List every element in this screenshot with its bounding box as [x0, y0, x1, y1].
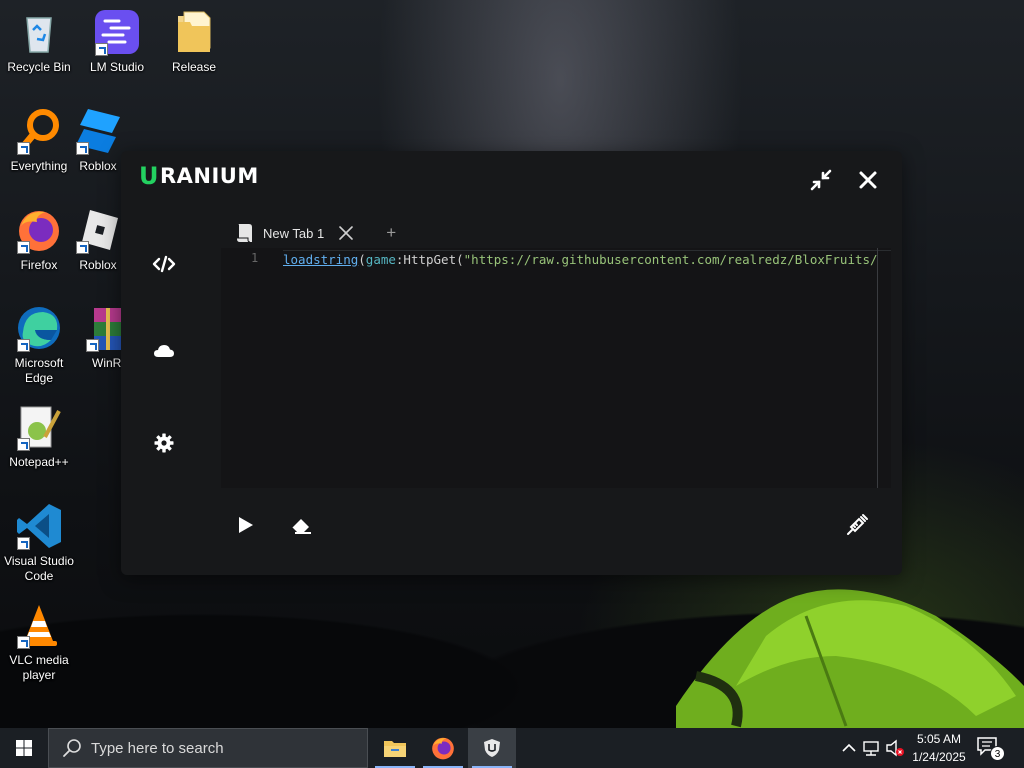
desktop-icon-label: Recycle Bin — [7, 60, 71, 74]
desktop-icon-label: VLC media player — [9, 653, 69, 682]
desktop-icon-label: LM Studio — [89, 60, 145, 74]
firefox-icon — [15, 206, 63, 254]
line-number: 1 — [251, 251, 259, 265]
app-logo: U RANIUM — [139, 162, 259, 190]
desktop-icon-recycle-bin[interactable]: Recycle Bin — [1, 8, 77, 75]
shortcut-arrow-icon — [17, 537, 30, 550]
recycle-bin-icon — [15, 8, 63, 56]
edge-icon — [15, 304, 63, 352]
shortcut-arrow-icon — [17, 636, 30, 649]
chevron-up-icon[interactable] — [838, 737, 860, 759]
tab-label: New Tab 1 — [263, 225, 325, 241]
notification-badge: 3 — [990, 746, 1005, 761]
code-keyword-token: game — [365, 252, 396, 267]
desktop-icon-label: Visual Studio Code — [4, 554, 74, 583]
shortcut-arrow-icon — [17, 241, 30, 254]
uranium-shield-icon — [484, 739, 500, 757]
editor-tab-bar: New Tab 1 + — [229, 217, 396, 249]
minimize-compress-icon[interactable] — [808, 167, 834, 193]
add-tab-button[interactable]: + — [386, 217, 396, 249]
logo-initial: U — [139, 162, 159, 190]
search-placeholder: Type here to search — [91, 739, 224, 757]
desktop-icon-notepadpp[interactable]: Notepad++ — [1, 403, 77, 470]
uranium-window: U RANIUM New Tab 1 + 1 loadstring(game:H… — [121, 151, 902, 575]
clock-time: 5:05 AM — [916, 732, 962, 746]
everything-search-icon — [15, 107, 63, 155]
taskbar-search-box[interactable]: Type here to search — [48, 728, 368, 768]
desktop-icon-label: Release — [171, 60, 217, 74]
file-explorer-icon — [384, 741, 406, 757]
taskbar-file-explorer[interactable] — [371, 728, 419, 768]
wallpaper-tent — [676, 589, 1024, 728]
logo-text: RANIUM — [160, 164, 259, 188]
desktop-icon-vscode[interactable]: Visual Studio Code — [1, 502, 77, 584]
line-number-gutter: 1 — [221, 248, 281, 488]
desktop-icon-label: Notepad++ — [9, 455, 69, 469]
inject-icon[interactable] — [845, 513, 869, 537]
search-icon — [63, 739, 81, 757]
desktop-icon-edge[interactable]: Microsoft Edge — [1, 304, 77, 386]
gear-icon[interactable] — [152, 431, 176, 455]
desktop-icon-release[interactable]: Release — [156, 8, 232, 75]
code-editor[interactable]: 1 loadstring(game:HttpGet("https://raw.g… — [221, 248, 891, 488]
windows-start-icon[interactable] — [0, 728, 48, 768]
shortcut-arrow-icon — [17, 142, 30, 155]
roblox-icon — [74, 206, 122, 254]
tab-new-tab-1[interactable]: New Tab 1 — [229, 217, 360, 249]
taskbar-uranium[interactable] — [468, 728, 516, 768]
code-punct-token: ( — [358, 252, 366, 267]
taskbar-firefox[interactable] — [419, 728, 467, 768]
vlc-icon — [15, 601, 63, 649]
folder-icon — [170, 8, 218, 56]
shortcut-arrow-icon — [86, 339, 99, 352]
code-method-token: :HttpGet( — [395, 252, 464, 267]
shortcut-arrow-icon — [76, 241, 89, 254]
vscode-icon — [15, 502, 63, 550]
eraser-icon[interactable] — [289, 513, 313, 537]
lm-studio-icon — [93, 8, 141, 56]
roblox-studio-icon — [74, 107, 122, 155]
code-line[interactable]: loadstring(game:HttpGet("https://raw.git… — [283, 250, 891, 267]
taskbar: Type here to search 5:05 AM 1/24/2025 3 — [0, 728, 1024, 768]
code-function-token: loadstring — [283, 252, 359, 267]
firefox-icon — [432, 737, 454, 760]
shortcut-arrow-icon — [76, 142, 89, 155]
system-clock[interactable]: 5:05 AM 1/24/2025 — [905, 730, 973, 766]
desktop-icon-vlc[interactable]: VLC media player — [1, 601, 77, 683]
cloud-icon[interactable] — [152, 339, 176, 363]
code-icon[interactable] — [152, 252, 176, 276]
notepadpp-icon — [15, 403, 63, 451]
shortcut-arrow-icon — [17, 438, 30, 451]
action-center-button[interactable]: 3 — [976, 736, 1010, 762]
close-tab-icon[interactable] — [338, 225, 354, 241]
shortcut-arrow-icon — [95, 43, 108, 56]
shortcut-arrow-icon — [17, 339, 30, 352]
play-icon[interactable] — [233, 513, 257, 537]
network-icon[interactable] — [860, 737, 882, 759]
desktop-icon-lm-studio[interactable]: LM Studio — [79, 8, 155, 75]
close-icon[interactable] — [855, 167, 881, 193]
clock-date: 1/24/2025 — [912, 750, 966, 764]
desktop-icon-label: Microsoft Edge — [14, 356, 64, 385]
code-string-token: "https://raw.githubusercontent.com/realr… — [463, 252, 878, 267]
volume-muted-icon[interactable] — [884, 737, 906, 759]
script-document-icon — [237, 224, 252, 243]
editor-vertical-scrollbar[interactable] — [877, 248, 878, 488]
